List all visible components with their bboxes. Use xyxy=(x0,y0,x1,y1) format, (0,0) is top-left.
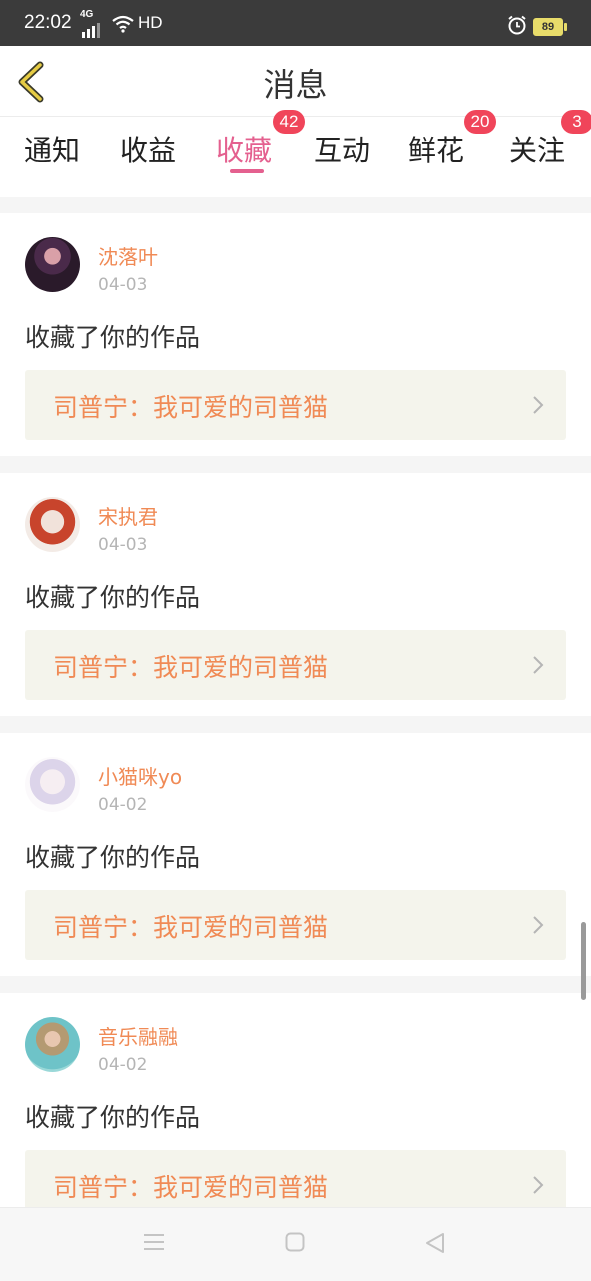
timestamp: 04-03 xyxy=(98,275,148,295)
tab-earnings[interactable]: 收益 xyxy=(120,129,176,169)
avatar[interactable] xyxy=(25,757,80,812)
username[interactable]: 音乐融融 xyxy=(98,1021,178,1050)
username[interactable]: 小猫咪yo xyxy=(98,761,182,790)
tab-favorites-badge: 42 xyxy=(273,110,305,134)
action-text: 收藏了你的作品 xyxy=(25,1103,201,1132)
wifi-icon xyxy=(112,15,134,33)
tab-bar: 通知 收益 收藏 42 互动 鲜花 20 关注 3 xyxy=(0,110,591,197)
menu-icon[interactable] xyxy=(143,1232,165,1252)
avatar[interactable] xyxy=(25,237,80,292)
avatar[interactable] xyxy=(25,1017,80,1072)
work-link[interactable]: 司普宁：我可爱的司普猫 xyxy=(25,1150,566,1207)
tab-notice[interactable]: 通知 xyxy=(24,129,80,169)
tab-favorites[interactable]: 收藏 xyxy=(216,129,272,169)
timestamp: 04-02 xyxy=(98,1055,148,1075)
tab-following[interactable]: 关注 xyxy=(509,129,565,169)
timestamp: 04-03 xyxy=(98,535,148,555)
hd-indicator: HD xyxy=(138,13,163,32)
action-text: 收藏了你的作品 xyxy=(25,843,201,872)
active-tab-indicator xyxy=(230,169,264,173)
signal-icon xyxy=(82,20,102,38)
chevron-right-icon xyxy=(533,656,544,674)
list-item: 沈落叶 04-03 收藏了你的作品 司普宁：我可爱的司普猫 xyxy=(0,213,591,456)
work-link[interactable]: 司普宁：我可爱的司普猫 xyxy=(25,370,566,440)
username[interactable]: 宋执君 xyxy=(98,501,158,530)
chevron-right-icon xyxy=(533,916,544,934)
list-item: 音乐融融 04-02 收藏了你的作品 司普宁：我可爱的司普猫 xyxy=(0,993,591,1207)
action-text: 收藏了你的作品 xyxy=(25,583,201,612)
tab-flowers[interactable]: 鲜花 xyxy=(408,129,464,169)
network-type: 4G xyxy=(80,9,94,20)
alarm-icon xyxy=(508,15,526,35)
header: 消息 xyxy=(0,46,591,117)
tab-flowers-badge: 20 xyxy=(464,110,496,134)
chevron-right-icon xyxy=(533,396,544,414)
username[interactable]: 沈落叶 xyxy=(98,241,158,270)
timestamp: 04-02 xyxy=(98,795,148,815)
list-item: 小猫咪yo 04-02 收藏了你的作品 司普宁：我可爱的司普猫 xyxy=(0,733,591,976)
battery-indicator: 89 xyxy=(533,18,567,36)
list-item: 宋执君 04-03 收藏了你的作品 司普宁：我可爱的司普猫 xyxy=(0,473,591,716)
message-feed[interactable]: 沈落叶 04-03 收藏了你的作品 司普宁：我可爱的司普猫 宋执君 04-03 … xyxy=(0,197,591,1207)
status-time: 22:02 xyxy=(24,12,72,33)
back-triangle-icon[interactable] xyxy=(424,1232,446,1254)
status-bar: 22:02 4G HD 89 xyxy=(0,0,591,46)
action-text: 收藏了你的作品 xyxy=(25,323,201,352)
tab-following-badge: 3 xyxy=(561,110,591,134)
work-title: 司普宁：我可爱的司普猫 xyxy=(53,913,329,942)
work-link[interactable]: 司普宁：我可爱的司普猫 xyxy=(25,890,566,960)
chevron-right-icon xyxy=(533,1176,544,1194)
system-nav-bar xyxy=(0,1207,591,1281)
work-title: 司普宁：我可爱的司普猫 xyxy=(53,393,329,422)
tab-interaction[interactable]: 互动 xyxy=(314,129,370,169)
page-title: 消息 xyxy=(263,66,328,104)
work-title: 司普宁：我可爱的司普猫 xyxy=(53,653,329,682)
work-title: 司普宁：我可爱的司普猫 xyxy=(53,1173,329,1202)
avatar[interactable] xyxy=(25,497,80,552)
work-link[interactable]: 司普宁：我可爱的司普猫 xyxy=(25,630,566,700)
scrollbar[interactable] xyxy=(581,922,586,1000)
home-icon[interactable] xyxy=(285,1232,305,1252)
